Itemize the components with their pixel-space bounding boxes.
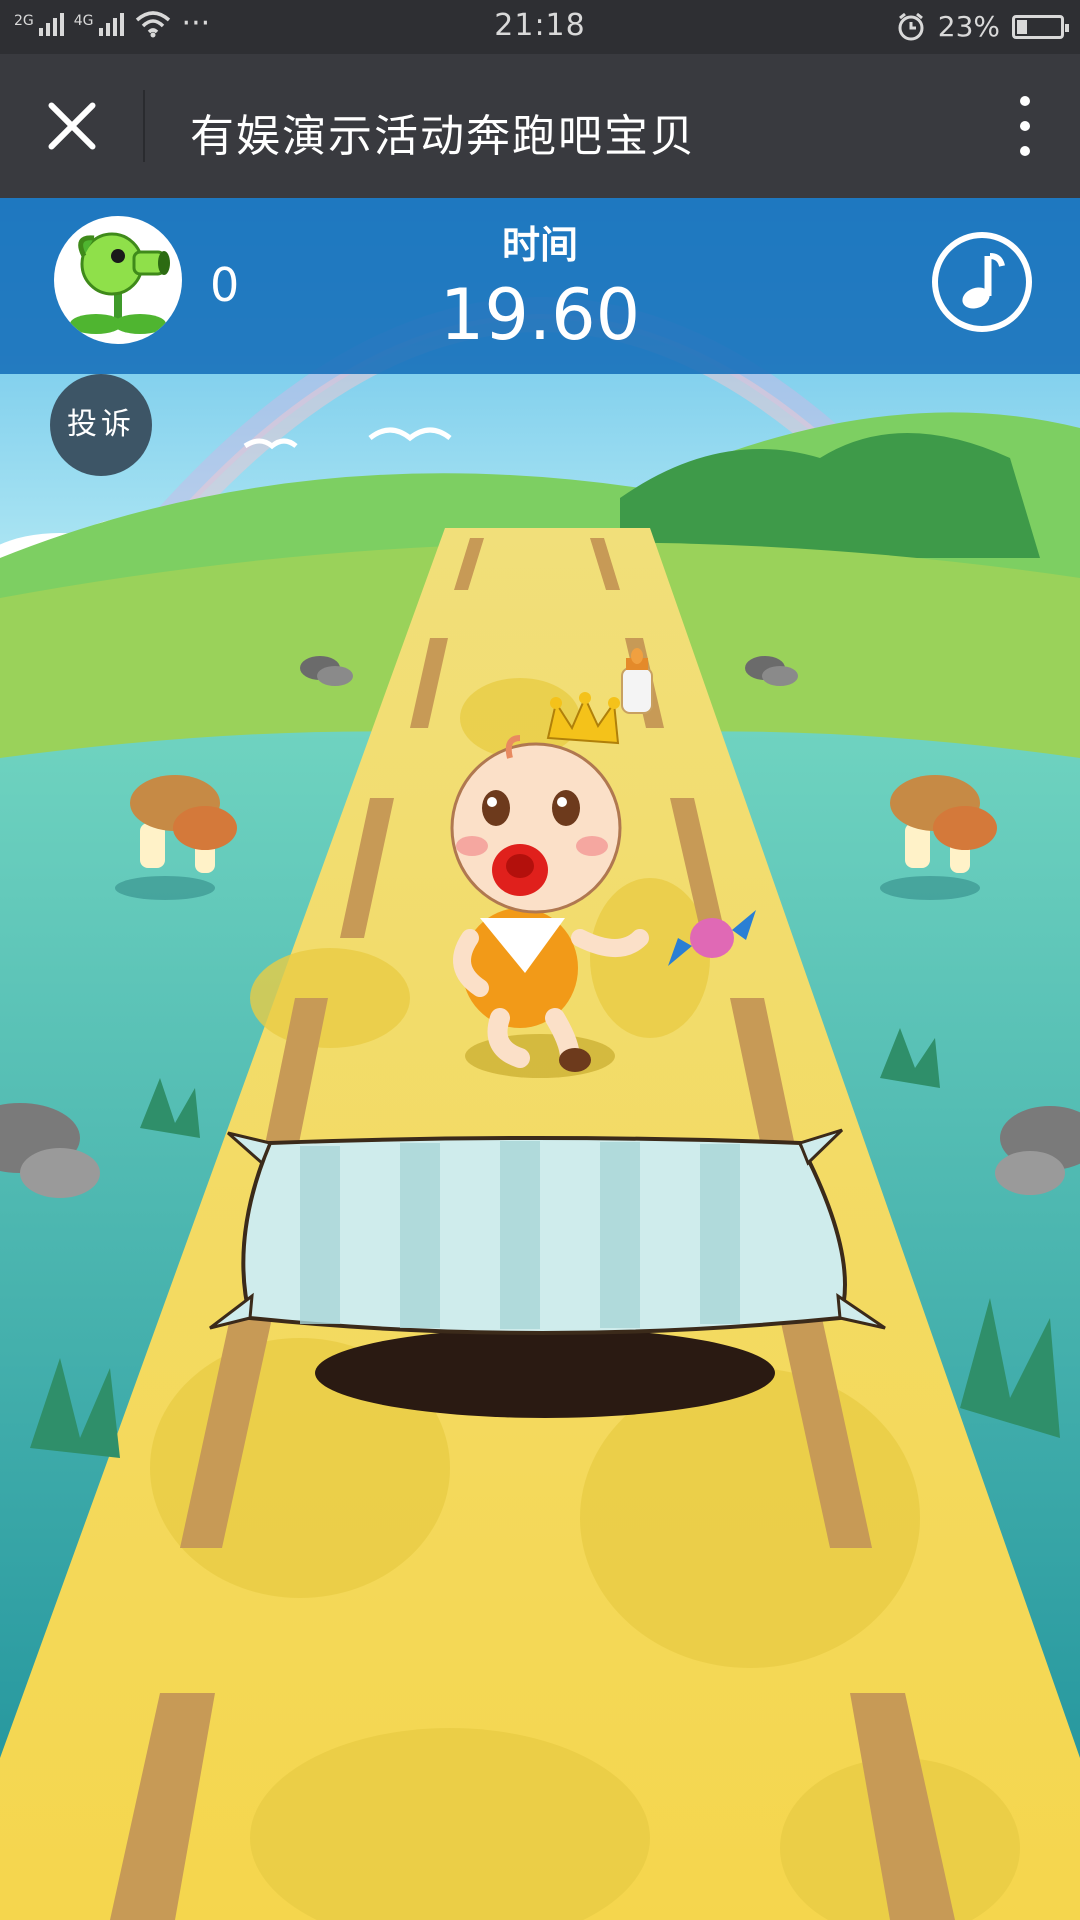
- game-canvas[interactable]: 0 时间 19.60 投诉: [0, 198, 1080, 1920]
- time-label: 时间: [501, 223, 578, 267]
- complain-button[interactable]: 投诉: [50, 374, 152, 476]
- game-scene: [0, 198, 1080, 1920]
- battery-icon: [1012, 14, 1069, 39]
- game-hud: 0 时间 19.60: [0, 198, 1080, 374]
- alarm-icon: [898, 12, 924, 40]
- music-icon[interactable]: [932, 232, 1032, 332]
- battery-fill: [1017, 19, 1027, 34]
- nav-bar: 有娱演示活动奔跑吧宝贝: [0, 54, 1080, 198]
- more-icon[interactable]: [1010, 96, 1040, 156]
- battery-percent: 23%: [937, 10, 1000, 43]
- close-icon[interactable]: [44, 98, 100, 154]
- status-bar: 2G 4G ··· 21:18 23%: [0, 0, 1080, 54]
- time-value: 19.60: [439, 274, 641, 356]
- status-right: 23%: [896, 10, 1069, 43]
- page-title: 有娱演示活动奔跑吧宝贝: [190, 111, 696, 162]
- baby-shadow: [465, 1034, 615, 1078]
- nav-divider: [143, 90, 145, 162]
